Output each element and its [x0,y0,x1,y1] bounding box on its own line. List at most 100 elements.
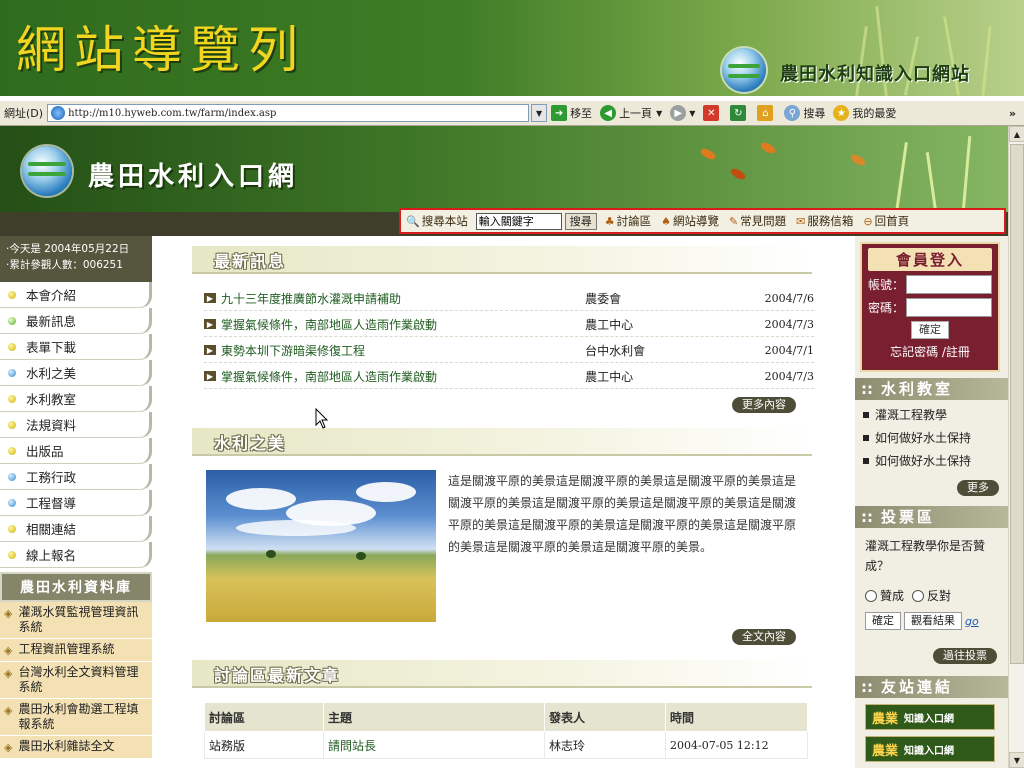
db-item-fulltext[interactable]: ◈ 台灣水利全文資料管理系統 [0,662,152,699]
forward-arrow-icon: ▶ [670,105,687,121]
news-section-title: 最新訊息 [192,246,812,274]
db-item-water-quality[interactable]: ◈ 灌溉水質監視管理資訊系統 [0,602,152,639]
keyword-search-input[interactable] [475,212,562,230]
db-item-survey[interactable]: ◈ 農田水利會勘選工程填報系統 [0,699,152,736]
menu-item-water-beauty[interactable]: 水利之美 [0,360,152,386]
friends-title: :: 友站連結 [855,676,1008,698]
scroll-thumb[interactable] [1010,144,1024,664]
left-sidebar: ‧今天是 2004年05月22日 ‧累計參觀人數：006251 本會介紹 最新訊… [0,236,152,768]
nav-site-map[interactable]: ♠ 網站導覽 [656,213,724,229]
nav-home[interactable]: ⊖ 回首頁 [858,213,914,229]
nav-faq[interactable]: ✎ 常見問題 [724,213,791,229]
bullet-icon [8,550,16,559]
more-news-button[interactable]: 更多內容 [732,397,796,413]
nav-service-mailbox[interactable]: ✉ 服務信箱 [791,213,858,229]
diamond-icon: ◈ [4,667,13,680]
search-site-label: 🔍 搜尋本站 [406,214,468,228]
favorites-button[interactable]: ★ 我的最愛 [833,105,896,121]
menu-item-forms[interactable]: 表單下載 [0,334,152,360]
back-arrow-icon: ◀ [600,105,617,121]
password-input[interactable] [906,298,992,317]
past-votes-button[interactable]: 過往投票 [933,648,997,664]
menu-item-publications[interactable]: 出版品 [0,438,152,464]
menu-item-engineering-supervision[interactable]: 工程督導 [0,490,152,516]
url-dropdown-button[interactable]: ▼ [531,104,548,122]
visitor-count: ‧累計參觀人數：006251 [6,259,123,271]
nav-forum[interactable]: ♣ 討論區 [600,213,656,229]
classroom-title: :: 水利教室 [855,378,1008,400]
scroll-up-button[interactable]: ▲ [1009,126,1024,142]
news-row[interactable]: ▶ 掌握氣候條件，南部地區人造雨作業啟動 農工中心 2004/7/3 [204,312,814,337]
news-row[interactable]: ▶ 掌握氣候條件，南部地區人造雨作業啟動 農工中心 2004/7/3 [204,364,814,389]
address-label: 網址(D) [4,107,44,120]
slide-title: 網站導覽列 [16,21,306,79]
password-label: 密碼： [868,301,905,315]
full-text-button[interactable]: 全文內容 [732,629,796,645]
friend-site-banner[interactable]: 農業 知識入口網 [865,736,995,762]
menu-item-engineering-admin[interactable]: 工務行政 [0,464,152,490]
menu-item-registration[interactable]: 線上報名 [0,542,152,568]
stop-icon: ✕ [703,105,720,121]
search-button[interactable]: ⚲ 搜尋 [784,105,825,121]
news-row[interactable]: ▶ 東勢本圳下游暗渠修復工程 台中水利會 2004/7/1 [204,338,814,363]
home-button[interactable]: ⌂ [757,105,776,121]
db-item-engineering-info[interactable]: ◈ 工程資訊管理系統 [0,639,152,662]
friend-site-banner[interactable]: 農業 知識入口網 [865,704,995,730]
forum-topic-link[interactable]: 請問站長 [323,731,545,759]
bullet-icon [8,472,16,481]
forgot-password-link[interactable]: 忘記密碼 /註冊 [862,343,998,360]
table-row: 站務版 請問站長 林志玲 2004-07-05 12:12 [204,731,808,759]
star-icon: ★ [833,105,850,121]
refresh-button[interactable]: ↻ [730,105,749,121]
back-button[interactable]: ◀ 上一頁 ▼ [600,105,662,121]
faq-icon: ✎ [728,214,739,228]
login-confirm-button[interactable]: 確定 [911,321,949,339]
classroom-item[interactable]: 如何做好水土保持 [863,429,971,446]
arrow-icon: ▶ [204,371,216,381]
diamond-icon: ◈ [4,607,13,620]
arrow-icon: ▶ [204,345,216,355]
forward-button[interactable]: ▶ ▼ [670,105,695,121]
classroom-item[interactable]: 如何做好水土保持 [863,452,971,469]
news-row[interactable]: ▶ 九十三年度推廣節水灌溉申請補助 農委會 2004/7/6 [204,286,814,311]
menu-item-links[interactable]: 相關連結 [0,516,152,542]
bullet-icon [8,446,16,455]
vote-options: 贊成 反對 [865,587,951,604]
menu-item-news[interactable]: 最新訊息 [0,308,152,334]
account-input[interactable] [906,275,992,294]
bullet-icon [8,316,16,325]
forum-table: 討論區 主題 發表人 時間 站務版 請問站長 林志玲 2004-07-05 12… [204,702,808,759]
mouse-cursor-icon [315,408,329,429]
oppose-radio[interactable] [912,589,925,602]
login-title: 會員登入 [868,248,992,271]
url-text: http://m10.hyweb.com.tw/farm/index.asp [68,107,277,119]
classroom-item[interactable]: 灌溉工程教學 [863,406,947,423]
home-icon: ⌂ [757,105,774,121]
today-date: ‧今天是 2004年05月22日 [6,243,130,255]
classroom-more-button[interactable]: 更多 [957,480,999,496]
toolbar-more-button[interactable]: » [1009,107,1016,120]
beauty-description: 這是關渡平原的美景這是關渡平原的美景這是關渡平原的美景這是關渡平原的美景這是關渡… [448,474,797,554]
magnifier-icon: 🔍 [406,214,420,228]
url-input[interactable]: http://m10.hyweb.com.tw/farm/index.asp [47,104,530,122]
bullet-icon [8,498,16,507]
site-title: 農田水利入口網 [88,162,299,192]
menu-item-classroom[interactable]: 水利教室 [0,386,152,412]
bullet-icon [8,342,16,351]
home-circle-icon: ⊖ [863,214,873,228]
menu-item-about[interactable]: 本會介紹 [0,282,152,308]
landscape-photo [206,470,436,622]
site-globe-logo-icon [22,146,72,196]
view-results-button[interactable]: 觀看結果 [904,612,962,630]
agree-radio[interactable] [865,589,877,602]
site-search-button[interactable]: 搜尋 [564,212,597,230]
db-item-magazine[interactable]: ◈ 農田水利雜誌全文 [0,736,152,759]
go-button[interactable]: ➜ 移至 [551,105,592,121]
go-link[interactable]: go [965,615,979,628]
menu-item-regulations[interactable]: 法規資料 [0,412,152,438]
bullet-icon [8,368,16,377]
scroll-down-button[interactable]: ▼ [1009,752,1024,768]
stop-button[interactable]: ✕ [703,105,722,121]
vertical-scrollbar[interactable]: ▲ ▼ [1008,126,1024,768]
vote-confirm-button[interactable]: 確定 [865,612,901,630]
